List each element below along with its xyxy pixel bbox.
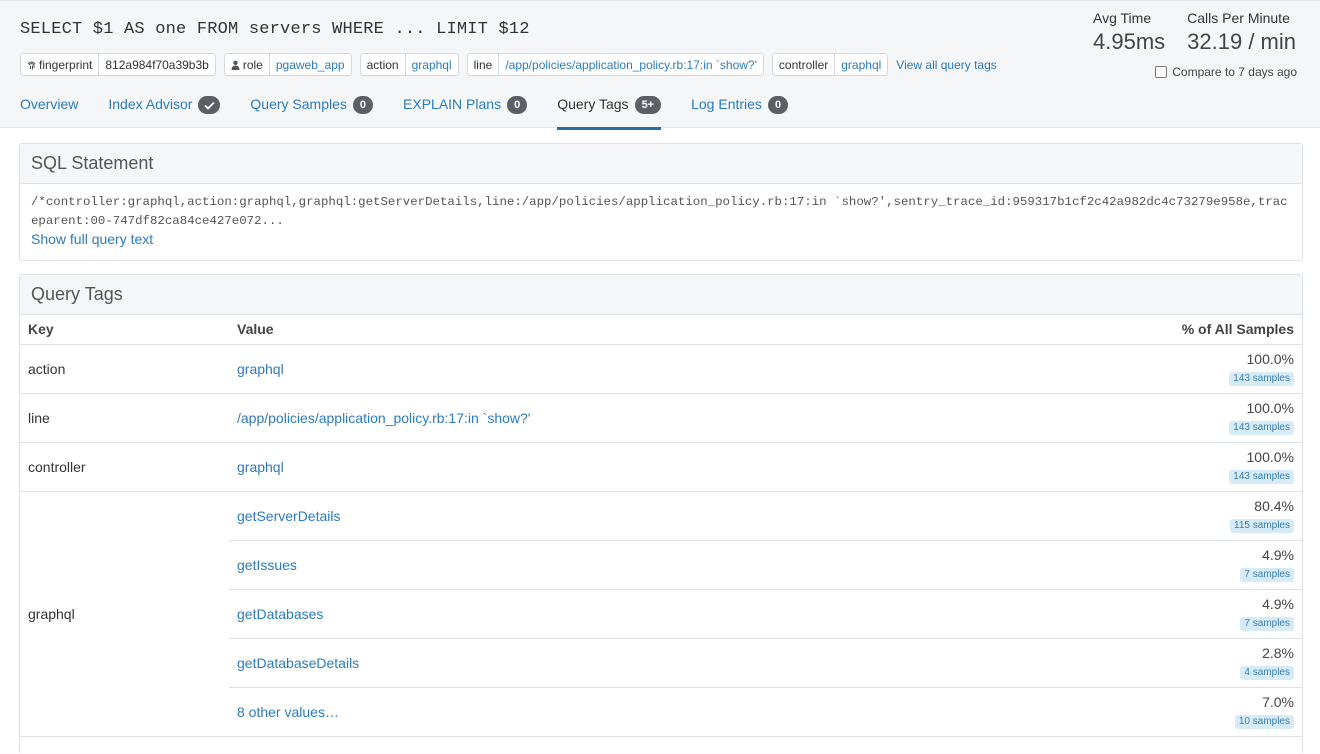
tab-label: Overview	[20, 96, 79, 112]
tag-key: line	[468, 54, 500, 75]
tag-value-link[interactable]: getDatabases	[237, 606, 323, 622]
samples-badge: 143 samples	[1229, 372, 1294, 386]
samples-badge: 7 samples	[1240, 568, 1294, 582]
column-header-key: Key	[20, 315, 229, 345]
compare-toggle[interactable]: Compare to 7 days ago	[1155, 65, 1297, 79]
tab-query-samples[interactable]: Query Samples 0	[250, 93, 374, 129]
tab-log-entries[interactable]: Log Entries 0	[691, 93, 789, 129]
tab-label: EXPLAIN Plans	[403, 96, 502, 112]
tag-value-link[interactable]: graphql	[835, 54, 887, 75]
pct-value: 100.0%	[1246, 351, 1294, 367]
metric-value: 32.19 / min	[1187, 29, 1296, 54]
user-icon	[231, 60, 240, 70]
pct-value: 4.9%	[1262, 547, 1294, 563]
tag-value-link[interactable]: graphql	[237, 459, 284, 475]
metrics: Avg Time 4.95ms Calls Per Minute 32.19 /…	[1093, 10, 1296, 55]
tab-count-badge: 0	[507, 96, 528, 114]
tab-label: Query Tags	[557, 96, 629, 112]
column-header-value: Value	[229, 315, 1002, 345]
tag-key: controller	[773, 54, 836, 75]
other-values-link[interactable]: 8 other values…	[237, 704, 339, 720]
pct-value: 4.9%	[1262, 596, 1294, 612]
pct-value: 80.4%	[1254, 498, 1294, 514]
sql-statement-panel: SQL Statement /*controller:graphql,actio…	[19, 143, 1303, 261]
tab-bar: Overview Index Advisor Query Samples 0 E…	[20, 93, 789, 130]
tag-value-link[interactable]: graphql	[406, 54, 458, 75]
tag-line: line /app/policies/application_policy.rb…	[466, 53, 764, 76]
tab-query-tags[interactable]: Query Tags 5+	[557, 93, 662, 130]
metric-value: 4.95ms	[1093, 29, 1166, 54]
metric-label: Calls Per Minute	[1187, 10, 1290, 26]
samples-badge: 7 samples	[1240, 617, 1294, 631]
table-row: graphql getServerDetails 80.4% 115 sampl…	[20, 491, 1302, 737]
fingerprint-icon	[27, 60, 36, 70]
tab-count-badge: 0	[352, 96, 374, 114]
metric-label: Avg Time	[1093, 10, 1152, 26]
table-row: line /app/policies/application_policy.rb…	[20, 393, 1302, 443]
view-all-query-tags-link[interactable]: View all query tags	[896, 58, 997, 72]
calls-per-minute-metric: Calls Per Minute 32.19 / min	[1187, 10, 1296, 55]
tag-value-link[interactable]: getServerDetails	[237, 508, 341, 524]
tag-key-cell: line	[20, 393, 229, 443]
check-icon	[198, 96, 221, 114]
tag-value-link[interactable]: getIssues	[237, 557, 297, 573]
tag-key-cell: controller	[20, 442, 229, 492]
query-header: SELECT $1 AS one FROM servers WHERE ... …	[0, 0, 1320, 130]
tag-value-link[interactable]: graphql	[237, 361, 284, 377]
avg-time-metric: Avg Time 4.95ms	[1093, 10, 1165, 55]
compare-label: Compare to 7 days ago	[1172, 65, 1297, 79]
tag-key-cell: graphql	[20, 491, 229, 737]
pct-value: 7.0%	[1262, 694, 1294, 710]
table-row: action graphql 100.0% 143 samples	[20, 344, 1302, 394]
tab-count-badge: 5+	[634, 96, 662, 114]
tag-fingerprint: fingerprint 812a984f70a39b3b	[20, 53, 216, 76]
panel-title: SQL Statement	[20, 144, 1302, 184]
column-header-pct: % of All Samples	[1002, 315, 1302, 345]
tag-key-cell: action	[20, 344, 229, 394]
tag-key: fingerprint	[39, 57, 93, 72]
show-full-query-link[interactable]: Show full query text	[31, 231, 153, 247]
query-tags-table: Key Value % of All Samples action graphq…	[20, 315, 1302, 737]
panel-title: Query Tags	[20, 275, 1302, 315]
tag-value-link[interactable]: getDatabaseDetails	[237, 655, 359, 671]
tab-explain-plans[interactable]: EXPLAIN Plans 0	[403, 93, 528, 129]
tag-controller: controller graphql	[771, 53, 889, 76]
tab-label: Query Samples	[250, 96, 347, 112]
query-tags-panel: Query Tags Key Value % of All Samples ac…	[19, 274, 1303, 754]
table-header-row: Key Value % of All Samples	[20, 315, 1302, 345]
query-title: SELECT $1 AS one FROM servers WHERE ... …	[20, 20, 530, 39]
tag-value: 812a984f70a39b3b	[105, 57, 209, 72]
compare-checkbox[interactable]	[1155, 66, 1168, 78]
samples-badge: 4 samples	[1240, 666, 1294, 680]
samples-badge: 115 samples	[1230, 519, 1294, 533]
pct-value: 2.8%	[1262, 645, 1294, 661]
tab-label: Log Entries	[691, 96, 762, 112]
tab-label: Index Advisor	[108, 96, 193, 112]
samples-badge: 143 samples	[1229, 421, 1294, 435]
tag-key: role	[242, 57, 263, 72]
query-tags-row: fingerprint 812a984f70a39b3b role pgaweb…	[20, 53, 997, 76]
pct-value: 100.0%	[1246, 400, 1294, 416]
tag-action: action graphql	[359, 53, 459, 76]
tag-value-link[interactable]: /app/policies/application_policy.rb:17:i…	[499, 54, 763, 75]
sql-statement-text: /*controller:graphql,action:graphql,grap…	[31, 195, 1288, 228]
tag-value-link[interactable]: pgaweb_app	[270, 54, 351, 75]
tab-index-advisor[interactable]: Index Advisor	[108, 93, 221, 129]
table-row: controller graphql 100.0% 143 samples	[20, 442, 1302, 492]
samples-badge: 10 samples	[1234, 715, 1294, 729]
tag-role: role pgaweb_app	[223, 53, 352, 76]
pct-value: 100.0%	[1246, 449, 1294, 465]
tag-key: action	[361, 54, 406, 75]
tag-value-link[interactable]: /app/policies/application_policy.rb:17:i…	[237, 410, 530, 426]
samples-badge: 143 samples	[1229, 470, 1294, 484]
tab-overview[interactable]: Overview	[20, 93, 78, 129]
tab-count-badge: 0	[767, 96, 789, 114]
